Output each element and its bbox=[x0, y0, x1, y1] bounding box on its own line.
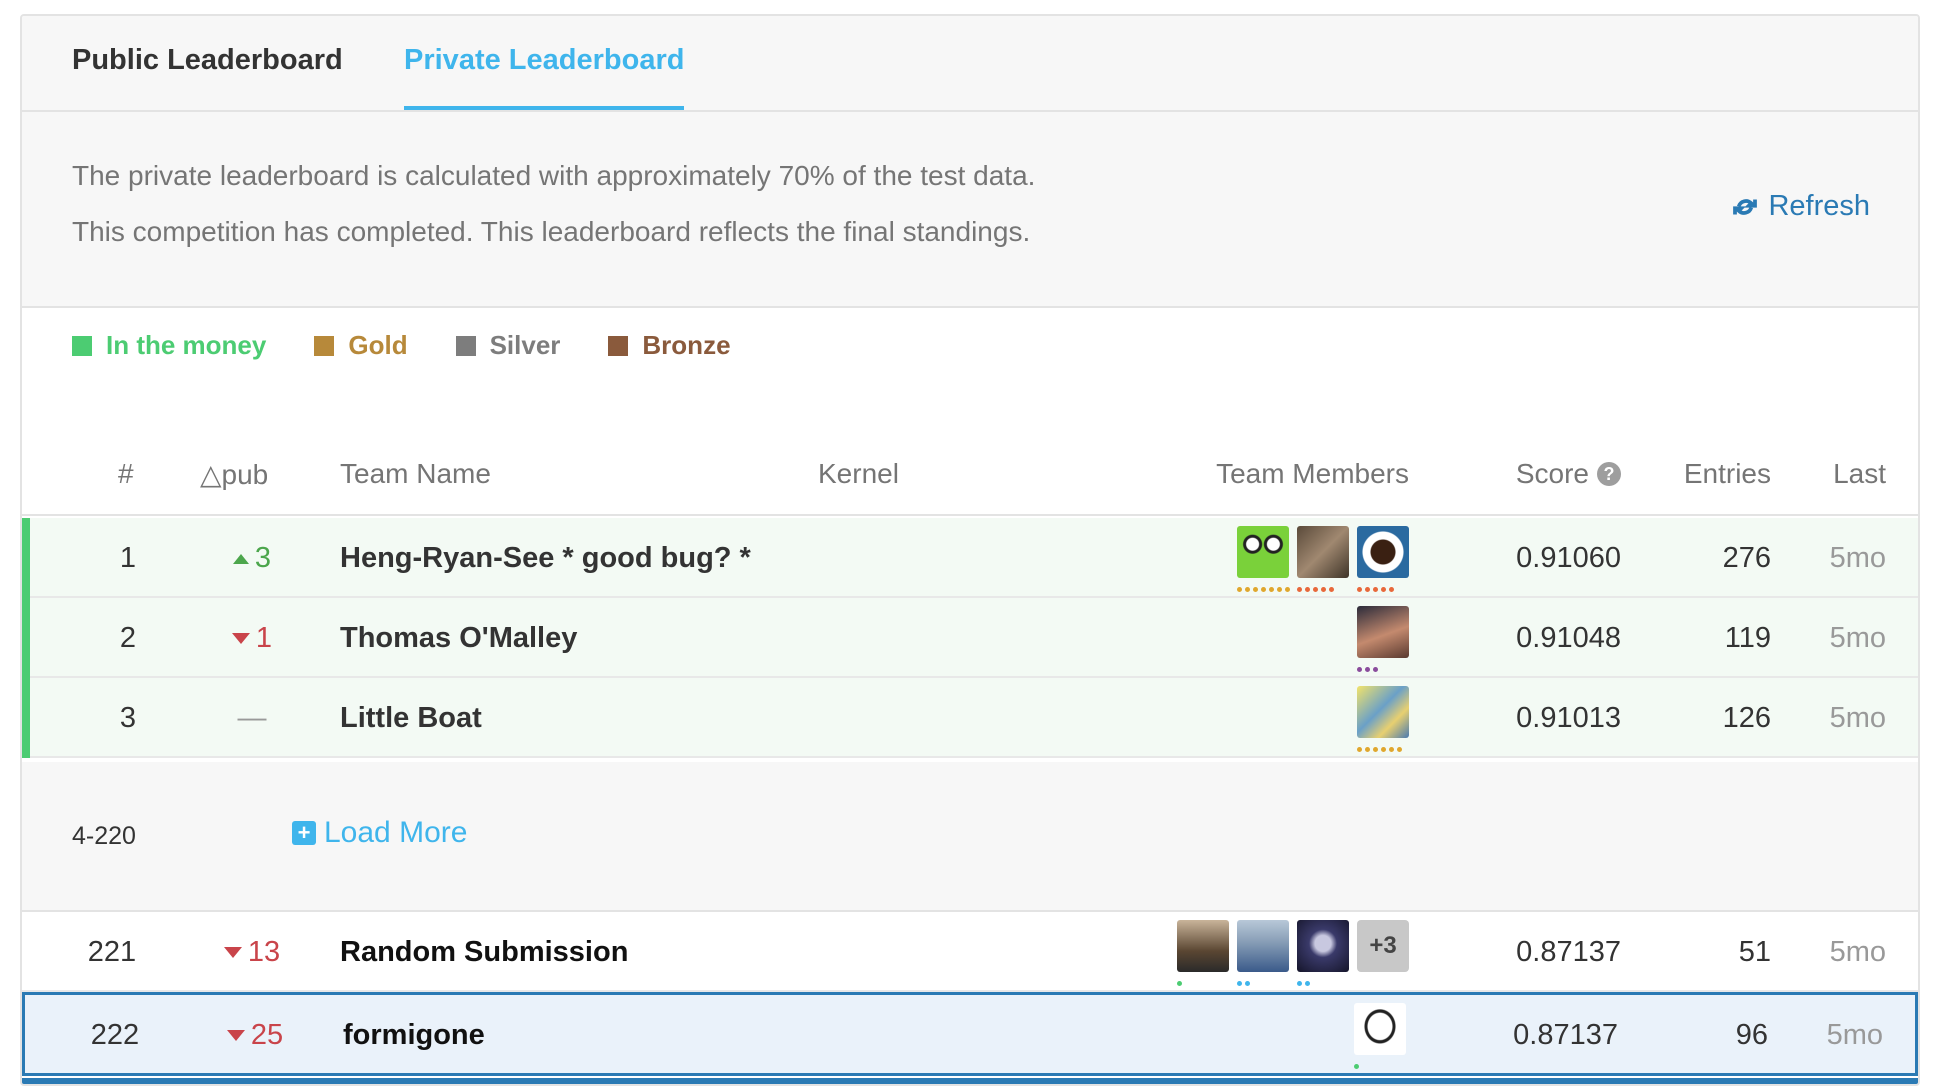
table-row-current-user[interactable]: 222 25 formigone 0.87137 96 5mo bbox=[22, 992, 1918, 1076]
info-text-completed: This competition has completed. This lea… bbox=[72, 216, 1031, 247]
last-submission-cell: 5mo bbox=[1829, 702, 1886, 734]
score-cell: 0.91048 bbox=[1516, 622, 1621, 654]
collapsed-rows-band: 4-220 + Load More bbox=[22, 762, 1918, 912]
medal-legend: In the money Gold Silver Bronze bbox=[72, 330, 731, 361]
column-header-team-members: Team Members bbox=[1216, 458, 1409, 489]
load-more-button[interactable]: + Load More bbox=[292, 816, 467, 850]
last-submission-cell: 5mo bbox=[1829, 622, 1886, 654]
delta-cell: 25 bbox=[205, 1019, 305, 1052]
column-header-score[interactable]: Score ? bbox=[1516, 458, 1621, 490]
team-name[interactable]: Heng-Ryan-See * good bug? * bbox=[340, 542, 751, 575]
refresh-button[interactable]: Refresh bbox=[1730, 190, 1870, 223]
entries-cell: 276 bbox=[1722, 542, 1771, 574]
table-header: # △pub Team Name Kernel Team Members Sco… bbox=[22, 436, 1918, 516]
arrow-down-icon bbox=[226, 1030, 245, 1041]
delta-value: 25 bbox=[250, 1019, 284, 1051]
team-members: +3 bbox=[1177, 920, 1409, 986]
table-row[interactable]: 221 13 Random Submission +3 0.87137 51 5… bbox=[22, 912, 1918, 992]
table-row[interactable]: 2 1 Thomas O'Malley 0.91048 119 5mo bbox=[22, 598, 1918, 678]
legend-label-money: In the money bbox=[106, 330, 267, 360]
column-header-kernel: Kernel bbox=[818, 458, 899, 489]
avatar[interactable] bbox=[1237, 920, 1289, 986]
avatar[interactable] bbox=[1297, 920, 1349, 986]
last-submission-cell: 5mo bbox=[1829, 936, 1886, 968]
avatar[interactable] bbox=[1354, 1003, 1406, 1069]
legend-bronze: Bronze bbox=[608, 330, 731, 361]
team-members bbox=[1357, 606, 1409, 672]
column-header-rank[interactable]: # bbox=[118, 458, 134, 490]
hidden-rank-range: 4-220 bbox=[72, 822, 136, 850]
column-header-entries[interactable]: Entries bbox=[1684, 458, 1771, 490]
legend-swatch-bronze bbox=[608, 335, 629, 356]
last-submission-cell: 5mo bbox=[1829, 542, 1886, 574]
legend-swatch-silver bbox=[455, 335, 476, 356]
team-members bbox=[1354, 1003, 1406, 1069]
delta-cell: 13 bbox=[202, 936, 302, 969]
delta-value: 1 bbox=[255, 622, 273, 654]
plus-icon: + bbox=[292, 821, 316, 845]
score-header-label: Score bbox=[1515, 458, 1589, 489]
refresh-label: Refresh bbox=[1768, 190, 1870, 222]
entries-cell: 119 bbox=[1724, 622, 1771, 654]
legend-label-bronze: Bronze bbox=[642, 330, 731, 360]
avatar[interactable] bbox=[1357, 606, 1409, 672]
entries-cell: 96 bbox=[1735, 1019, 1768, 1051]
team-members bbox=[1237, 526, 1409, 592]
rank-cell: 221 bbox=[87, 936, 137, 968]
refresh-icon bbox=[1733, 198, 1758, 215]
rank-cell: 2 bbox=[119, 622, 137, 654]
entries-cell: 51 bbox=[1738, 936, 1771, 968]
table-row[interactable]: 1 3 Heng-Ryan-See * good bug? * 0.91060 … bbox=[22, 518, 1918, 598]
delta-value: — bbox=[237, 702, 267, 734]
delta-cell: 1 bbox=[202, 622, 302, 655]
avatar[interactable] bbox=[1237, 526, 1290, 592]
legend-gold: Gold bbox=[314, 330, 408, 361]
arrow-down-icon bbox=[223, 947, 242, 958]
score-cell: 0.91013 bbox=[1516, 702, 1621, 734]
avatar[interactable] bbox=[1177, 920, 1229, 986]
rank-cell: 3 bbox=[119, 702, 137, 734]
delta-value: 13 bbox=[247, 936, 281, 968]
bottom-accent-bar bbox=[22, 1078, 1918, 1084]
column-header-last[interactable]: Last bbox=[1833, 458, 1886, 490]
more-members-badge[interactable]: +3 bbox=[1357, 920, 1409, 972]
table-row[interactable]: 3 — Little Boat 0.91013 126 5mo bbox=[22, 678, 1918, 758]
column-header-team-name[interactable]: Team Name bbox=[340, 458, 491, 490]
help-icon[interactable]: ? bbox=[1597, 462, 1621, 486]
avatar[interactable] bbox=[1357, 686, 1409, 752]
legend-label-silver: Silver bbox=[489, 330, 561, 360]
rank-cell: 222 bbox=[90, 1019, 140, 1051]
delta-cell: — bbox=[202, 702, 302, 735]
tab-public-leaderboard[interactable]: Public Leaderboard bbox=[72, 44, 343, 110]
avatar[interactable] bbox=[1297, 526, 1349, 592]
team-name[interactable]: Random Submission bbox=[340, 936, 628, 969]
delta-value: 3 bbox=[254, 542, 272, 574]
legend-swatch-gold bbox=[314, 335, 335, 356]
rank-cell: 1 bbox=[119, 542, 137, 574]
entries-cell: 126 bbox=[1722, 702, 1771, 734]
team-name[interactable]: Thomas O'Malley bbox=[340, 622, 577, 655]
score-cell: 0.91060 bbox=[1516, 542, 1621, 574]
load-more-label: Load More bbox=[324, 816, 468, 849]
column-header-delta-pub[interactable]: △pub bbox=[200, 458, 268, 491]
arrow-down-icon bbox=[231, 633, 250, 644]
legend-in-the-money: In the money bbox=[72, 330, 266, 361]
team-members bbox=[1357, 686, 1409, 752]
team-name[interactable]: Little Boat bbox=[340, 702, 482, 735]
leaderboard-panel: Public Leaderboard Private Leaderboard T… bbox=[20, 14, 1920, 1086]
avatar[interactable] bbox=[1357, 526, 1409, 592]
legend-swatch-money bbox=[72, 335, 92, 356]
legend-silver: Silver bbox=[455, 330, 561, 361]
score-cell: 0.87137 bbox=[1516, 936, 1621, 968]
delta-cell: 3 bbox=[202, 542, 302, 575]
tab-bar: Public Leaderboard Private Leaderboard bbox=[22, 16, 1918, 112]
info-text-data-split: The private leaderboard is calculated wi… bbox=[72, 160, 1036, 191]
tab-private-leaderboard[interactable]: Private Leaderboard bbox=[404, 44, 685, 110]
last-submission-cell: 5mo bbox=[1826, 1019, 1883, 1051]
score-cell: 0.87137 bbox=[1513, 1019, 1618, 1051]
arrow-up-icon bbox=[232, 553, 249, 564]
team-name[interactable]: formigone bbox=[343, 1019, 485, 1052]
info-section: The private leaderboard is calculated wi… bbox=[22, 112, 1918, 308]
legend-label-gold: Gold bbox=[348, 330, 408, 360]
